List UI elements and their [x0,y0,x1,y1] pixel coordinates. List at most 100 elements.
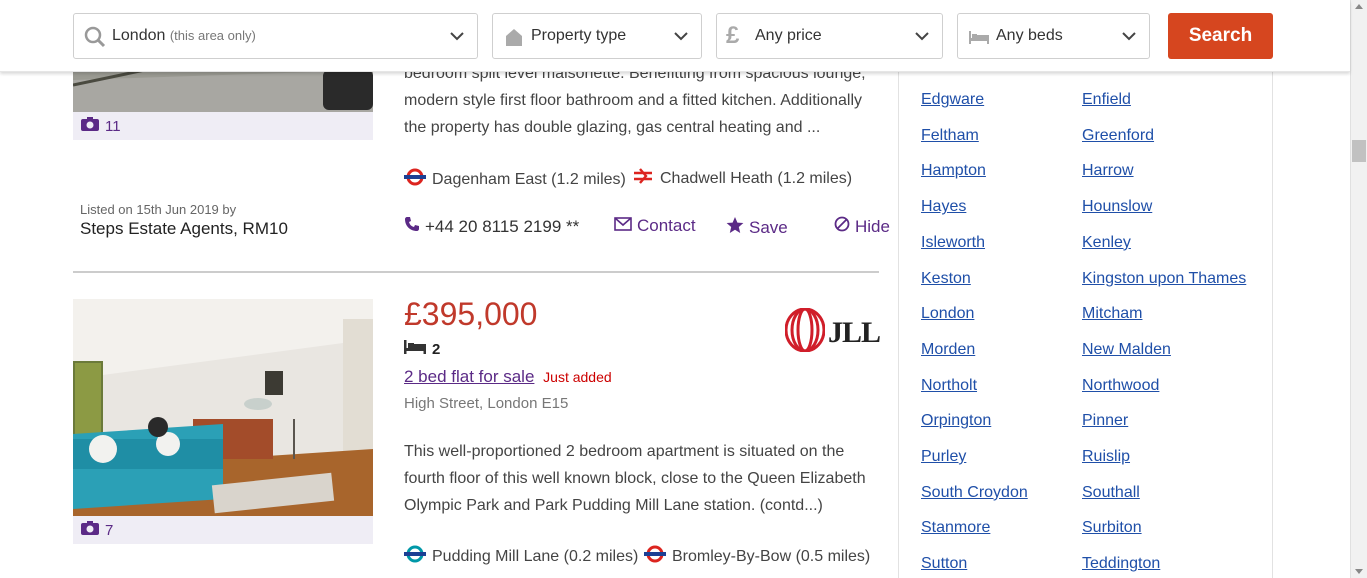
pound-icon: £ [726,22,740,49]
chevron-down-icon [673,28,689,44]
area-link[interactable]: Teddington [1082,555,1160,573]
listing-2-photo[interactable] [73,299,373,516]
listing-1-station-2: Chadwell Heath (1.2 miles) [632,168,852,189]
tube-roundel-icon [644,545,666,568]
contact-label: Contact [637,216,696,235]
listing-2-photo-image [73,299,373,516]
phone-icon [404,216,420,237]
description-line: This well-proportioned 2 bedroom apartme… [404,443,845,460]
agent-logo-text: JLL [828,315,881,349]
area-link[interactable]: Feltham [921,127,979,145]
listing-1-photo-count[interactable]: 11 [73,112,373,140]
area-link[interactable]: Greenford [1082,127,1154,145]
area-link[interactable]: Northolt [921,377,977,395]
area-link[interactable]: Northwood [1082,377,1159,395]
area-link[interactable]: Harrow [1082,162,1134,180]
listing-title-link[interactable]: 2 bed flat for sale [404,367,534,386]
location-field[interactable]: London (this area only) [73,13,478,59]
listed-on-text: Listed on 15th Jun 2019 by [80,202,237,217]
beds-value: Any beds [996,27,1063,44]
chevron-down-icon [1121,28,1137,44]
area-link[interactable]: Stanmore [921,519,990,537]
bed-count: 2 [404,340,440,358]
location-hint: (this area only) [169,28,256,43]
save-button[interactable]: Save [726,216,788,239]
scroll-up-arrow-icon[interactable] [1355,4,1363,9]
area-link[interactable]: Hounslow [1082,198,1152,216]
area-link[interactable]: Kenley [1082,234,1131,252]
bed-count-value: 2 [432,340,441,358]
bed-icon [404,340,426,358]
national-rail-icon [632,168,654,189]
bed-icon [968,26,990,48]
scroll-down-arrow-icon[interactable] [1355,569,1363,574]
area-link[interactable]: Sutton [921,555,967,573]
contact-button[interactable]: Contact [614,216,696,236]
camera-icon [81,521,99,539]
location-text: London [112,27,166,44]
photo-count-label: 11 [105,117,121,135]
phone-number: +44 20 8115 2199 ** [425,216,580,236]
area-link[interactable]: Mitcham [1082,305,1142,323]
star-icon [726,216,744,239]
listing-address: High Street, London E15 [404,395,569,412]
station-name: Chadwell Heath (1.2 miles) [660,169,853,187]
agent-logo[interactable]: JLL [784,307,881,357]
area-link[interactable]: Keston [921,270,971,288]
scrollbar-thumb[interactable] [1352,140,1366,162]
area-link[interactable]: Pinner [1082,412,1128,430]
description-line: the property has double glazing, gas cen… [404,119,821,136]
beds-select[interactable]: Any beds [957,13,1150,59]
price-select[interactable]: £ Any price [716,13,943,59]
area-link[interactable]: Purley [921,448,966,466]
area-link[interactable]: Southall [1082,484,1140,502]
area-link[interactable]: Hampton [921,162,986,180]
hide-icon [834,216,850,237]
description-line: fourth floor of this well known block, c… [404,470,866,487]
listing-price: £395,000 [404,296,538,332]
area-link[interactable]: Morden [921,341,975,359]
hide-button[interactable]: Hide [834,216,890,237]
house-icon [503,26,525,48]
chevron-down-icon [914,28,930,44]
photo-count-label: 7 [105,521,114,539]
save-label: Save [749,217,788,237]
station-name: Dagenham East (1.2 miles) [432,170,626,188]
chevron-down-icon [449,28,465,44]
page-scrollbar[interactable] [1350,0,1367,578]
envelope-icon [614,216,632,236]
search-bar: London (this area only) Property type £ … [0,0,1350,72]
listing-title: 2 bed flat for sale Just added [404,367,612,387]
property-type-select[interactable]: Property type [492,13,702,59]
area-link[interactable]: Enfield [1082,91,1131,109]
listing-1-station-1: Dagenham East (1.2 miles) [404,168,626,191]
area-link[interactable]: London [921,305,974,323]
area-link[interactable]: Surbiton [1082,519,1142,537]
area-link[interactable]: Hayes [921,198,966,216]
search-icon [84,26,106,48]
area-link[interactable]: Orpington [921,412,991,430]
area-link[interactable]: Edgware [921,91,984,109]
listing-2-photo-count[interactable]: 7 [73,516,373,544]
agent-name[interactable]: Steps Estate Agents, RM10 [80,219,288,239]
area-link[interactable]: Ruislip [1082,448,1130,466]
just-added-badge: Just added [543,369,612,385]
area-link[interactable]: New Malden [1082,341,1171,359]
station-name: Bromley-By-Bow (0.5 miles) [672,547,871,565]
area-link[interactable]: Kingston upon Thames [1082,270,1246,288]
listing-divider [73,271,879,273]
station-name: Pudding Mill Lane (0.2 miles) [432,547,639,565]
search-button[interactable]: Search [1168,13,1273,59]
tube-roundel-icon [404,545,426,568]
description-line: Olympic Park and Park Pudding Mill Lane … [404,497,823,514]
description-line: modern style first floor bathroom and a … [404,92,863,109]
jll-logo-icon [784,307,826,357]
hide-label: Hide [855,216,890,236]
area-link[interactable]: South Croydon [921,484,1028,502]
price-value: Any price [755,27,822,44]
listing-2-description: This well-proportioned 2 bedroom apartme… [404,438,884,519]
phone-link[interactable]: +44 20 8115 2199 ** [404,216,579,237]
area-link[interactable]: Isleworth [921,234,985,252]
listing-2-station-1: Pudding Mill Lane (0.2 miles) [404,545,638,568]
listing-1-description: bedroom split level maisonette. Benefitt… [404,60,884,141]
